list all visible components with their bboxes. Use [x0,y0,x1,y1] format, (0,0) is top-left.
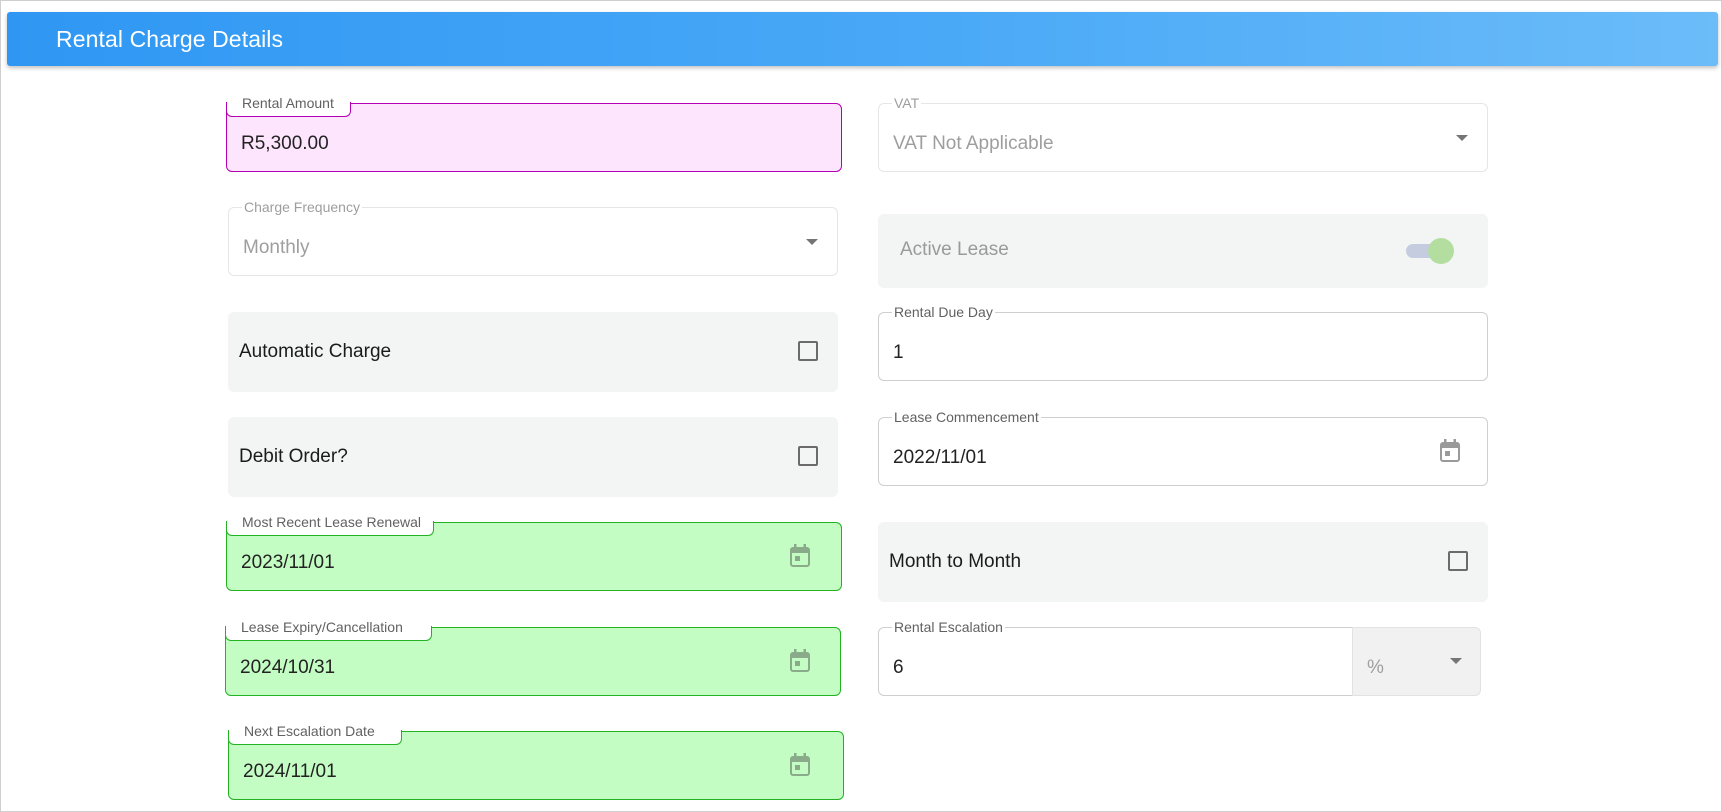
rental-amount-field[interactable]: Rental Amount R5,300.00 [226,94,842,172]
month-to-month-checkbox[interactable] [1448,551,1468,571]
rental-escalation-label: Rental Escalation [892,618,1005,636]
automatic-charge-panel: Automatic Charge [228,312,838,392]
calendar-icon[interactable] [789,753,811,777]
rental-amount-value: R5,300.00 [241,133,329,154]
form-window: Rental Charge Details Rental Amount R5,3… [0,0,1722,812]
next-escalation-date-label: Next Escalation Date [242,722,377,740]
lease-expiry-value: 2024/10/31 [240,657,336,678]
rental-due-day-label: Rental Due Day [892,303,995,321]
page-title: Rental Charge Details [56,26,284,52]
vat-value: VAT Not Applicable [893,133,1054,154]
active-lease-toggle-knob[interactable] [1428,238,1454,264]
lease-commencement-label: Lease Commencement [892,408,1041,426]
lease-commencement-field[interactable]: Lease Commencement 2022/11/01 [878,408,1488,486]
charge-frequency-label: Charge Frequency [242,198,362,216]
section-header: Rental Charge Details [7,12,1718,66]
lease-commencement-value: 2022/11/01 [893,447,987,468]
charge-frequency-select[interactable]: Charge Frequency Monthly [228,198,838,276]
calendar-icon[interactable] [789,649,811,673]
most-recent-lease-renewal-label: Most Recent Lease Renewal [240,513,423,531]
escalation-unit-value: % [1367,657,1384,678]
calendar-icon[interactable] [789,544,811,568]
month-to-month-panel: Month to Month [878,522,1488,602]
chevron-down-icon [1456,135,1468,141]
lease-expiry-label: Lease Expiry/Cancellation [239,618,405,636]
rental-amount-label: Rental Amount [240,94,336,112]
next-escalation-date-value: 2024/11/01 [243,761,337,782]
chevron-down-icon [806,239,818,245]
automatic-charge-checkbox[interactable] [798,341,818,361]
active-lease-label: Active Lease [900,239,1009,260]
most-recent-lease-renewal-field[interactable]: Most Recent Lease Renewal 2023/11/01 [226,513,842,591]
calendar-icon[interactable] [1439,439,1461,463]
rental-due-day-value: 1 [893,342,904,363]
debit-order-panel: Debit Order? [228,417,838,497]
month-to-month-label: Month to Month [889,551,1022,572]
rental-escalation-value: 6 [893,657,904,678]
automatic-charge-label: Automatic Charge [239,341,392,362]
active-lease-panel: Active Lease [878,214,1488,288]
vat-select[interactable]: VAT VAT Not Applicable [878,94,1488,172]
chevron-down-icon [1450,658,1462,664]
rental-escalation-field[interactable]: Rental Escalation 6 [878,618,1353,696]
escalation-unit-select[interactable]: % [1352,627,1481,696]
debit-order-label: Debit Order? [239,446,348,467]
most-recent-lease-renewal-value: 2023/11/01 [241,552,335,573]
charge-frequency-value: Monthly [243,237,310,258]
next-escalation-date-field[interactable]: Next Escalation Date 2024/11/01 [228,722,844,800]
vat-label: VAT [892,94,922,112]
lease-expiry-field[interactable]: Lease Expiry/Cancellation 2024/10/31 [225,618,841,696]
debit-order-checkbox[interactable] [798,446,818,466]
rental-due-day-field[interactable]: Rental Due Day 1 [878,303,1488,381]
